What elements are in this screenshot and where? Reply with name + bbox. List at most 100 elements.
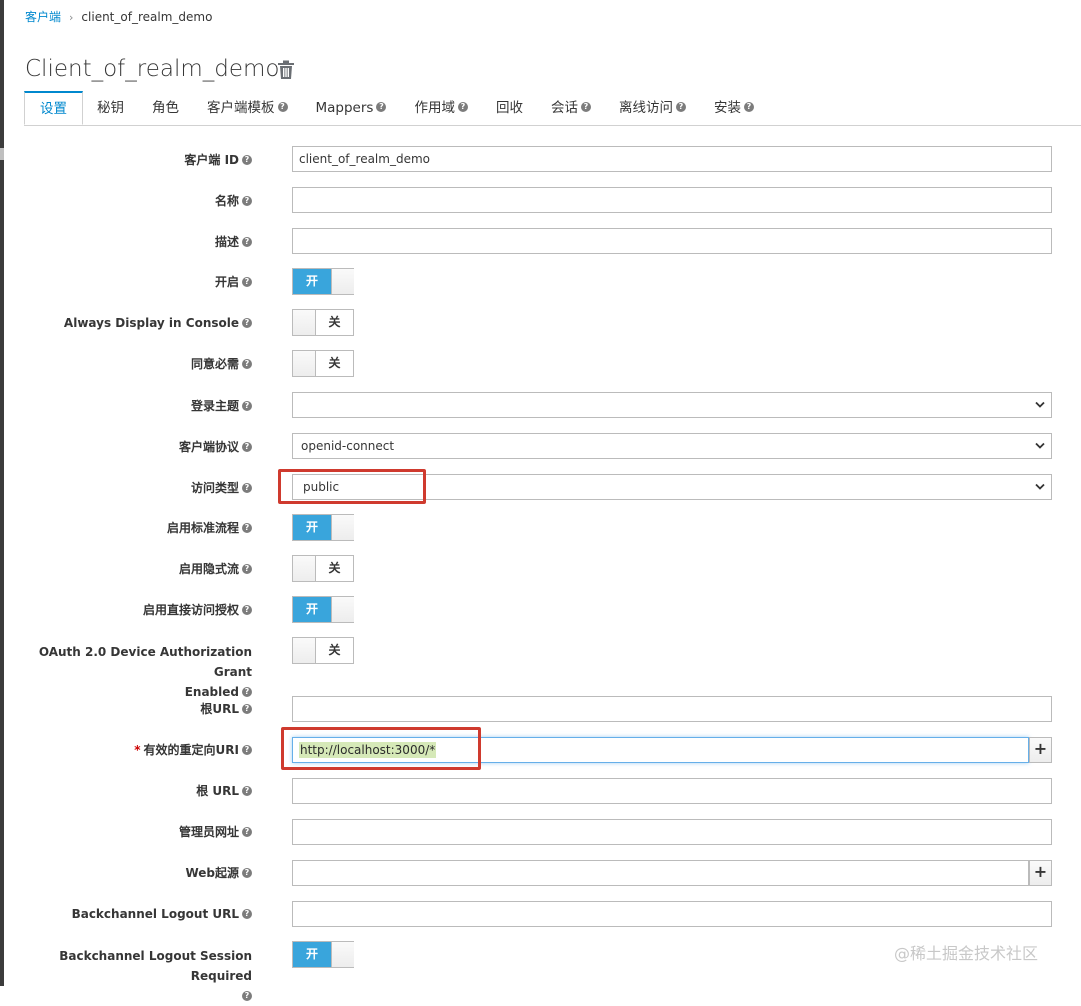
help-icon[interactable]: ? [242,686,252,697]
help-icon[interactable]: ? [242,563,252,574]
direct-access-toggle[interactable]: 开 [292,596,354,623]
backchannel-url-input[interactable] [292,901,1052,927]
chevron-down-icon [1035,483,1045,490]
toggle-off-label: 关 [328,356,341,370]
toggle-off-label: 关 [328,643,341,657]
base-url-label: 根 URL? [2,783,252,799]
toggle-knob [331,942,354,967]
help-icon[interactable]: ? [242,908,252,919]
client-id-input[interactable]: client_of_realm_demo [292,146,1052,172]
tab-label: 回收 [495,100,523,116]
tab-7[interactable]: 会话? [537,91,605,125]
add-redirect-uri-button[interactable]: + [1029,737,1052,763]
client-protocol-select[interactable]: openid-connect [292,433,1052,459]
row-redirect-uri: * 有效的重定向URI? http://localhost:3000/* + [0,737,1081,765]
tab-bar: 设置 秘钥 角色 客户端模板? Mappers? 作用域? 回收 会话? 离线访问? 安装? [24,91,1081,126]
toggle-knob [293,638,316,663]
standard-flow-toggle[interactable]: 开 [292,514,354,541]
backchannel-url-label: Backchannel Logout URL? [2,906,252,922]
tab-4[interactable]: Mappers? [302,91,401,125]
help-icon[interactable]: ? [242,785,252,796]
tab-1[interactable]: 秘钥 [83,91,138,125]
required-mark: * [134,743,141,757]
help-icon[interactable]: ? [242,990,252,1001]
add-web-origin-button[interactable]: + [1029,860,1052,886]
row-base-url: 根 URL? [0,778,1081,806]
client-id-label: 客户端 ID? [2,152,252,168]
help-icon[interactable]: ? [242,604,252,615]
breadcrumb-chevron-icon: › [69,11,74,24]
tab-label: 设置 [40,101,67,117]
help-icon[interactable]: ? [242,154,252,165]
enabled-toggle[interactable]: 开 [292,268,354,295]
tab-6[interactable]: 回收 [482,91,537,125]
help-icon[interactable]: ? [743,102,754,112]
toggle-knob [293,556,316,581]
name-label: 名称? [2,193,252,209]
tab-2[interactable]: 角色 [138,91,193,125]
implicit-flow-label: 启用隐式流? [2,561,252,577]
row-backchannel-url: Backchannel Logout URL? [0,901,1081,929]
chevron-down-icon [1035,442,1045,449]
help-icon[interactable]: ? [242,236,252,247]
help-icon[interactable]: ? [242,867,252,878]
help-icon[interactable]: ? [242,195,252,206]
tab-3[interactable]: 客户端模板? [193,91,302,125]
breadcrumb-clients-link[interactable]: 客户端 [25,10,61,24]
row-client-protocol: 客户端协议? openid-connect [0,433,1081,461]
root-url-input[interactable] [292,696,1052,722]
tab-8[interactable]: 离线访问? [605,91,700,125]
tab-5[interactable]: 作用域? [400,91,482,125]
help-icon[interactable]: ? [242,744,252,755]
breadcrumb-current: client_of_realm_demo [81,10,213,24]
consent-required-toggle[interactable]: 关 [292,350,354,377]
client-protocol-value: openid-connect [301,439,395,453]
admin-url-input[interactable] [292,819,1052,845]
login-theme-label: 登录主题? [2,398,252,414]
toggle-knob [293,310,316,335]
tab-0[interactable]: 设置 [24,91,83,125]
help-icon[interactable]: ? [242,400,252,411]
row-web-origins: Web起源? + [0,860,1081,888]
always-display-toggle[interactable]: 关 [292,309,354,336]
tab-label: Mappers [315,100,374,116]
backchannel-session-label: Backchannel Logout Session Required? [59,949,252,1001]
tab-label: 客户端模板 [207,100,275,116]
row-standard-flow: 启用标准流程? 开 [0,514,1081,542]
help-icon[interactable]: ? [242,522,252,533]
device-grant-toggle[interactable]: 关 [292,637,354,664]
name-input[interactable] [292,187,1052,213]
tab-9[interactable]: 安装? [700,91,768,125]
help-icon[interactable]: ? [242,317,252,328]
description-input[interactable] [292,228,1052,254]
row-name: 名称? [0,187,1081,215]
tab-label: 角色 [152,100,179,116]
trash-icon[interactable] [277,60,295,80]
web-origins-label: Web起源? [2,865,252,881]
login-theme-select[interactable] [292,392,1052,418]
help-icon[interactable]: ? [376,102,387,112]
implicit-flow-toggle[interactable]: 关 [292,555,354,582]
web-origins-input[interactable] [292,860,1029,886]
help-icon[interactable]: ? [580,102,591,112]
row-implicit-flow: 启用隐式流? 关 [0,555,1081,583]
help-icon[interactable]: ? [242,276,252,287]
help-icon[interactable]: ? [242,482,252,493]
row-enabled: 开启? 开 [0,268,1081,296]
tab-label: 安装 [713,100,741,116]
help-icon[interactable]: ? [242,826,252,837]
help-icon[interactable]: ? [675,102,686,112]
row-description: 描述? [0,228,1081,256]
backchannel-session-toggle[interactable]: 开 [292,941,354,968]
row-direct-access: 启用直接访问授权? 开 [0,596,1081,624]
direct-access-label: 启用直接访问授权? [2,602,252,618]
help-icon[interactable]: ? [242,358,252,369]
base-url-input[interactable] [292,778,1052,804]
description-label: 描述? [2,234,252,250]
tab-label: 秘钥 [97,100,124,116]
help-icon[interactable]: ? [277,102,288,112]
help-icon[interactable]: ? [457,102,468,112]
help-icon[interactable]: ? [242,441,252,452]
help-icon[interactable]: ? [242,703,252,714]
enabled-label: 开启? [2,274,252,290]
